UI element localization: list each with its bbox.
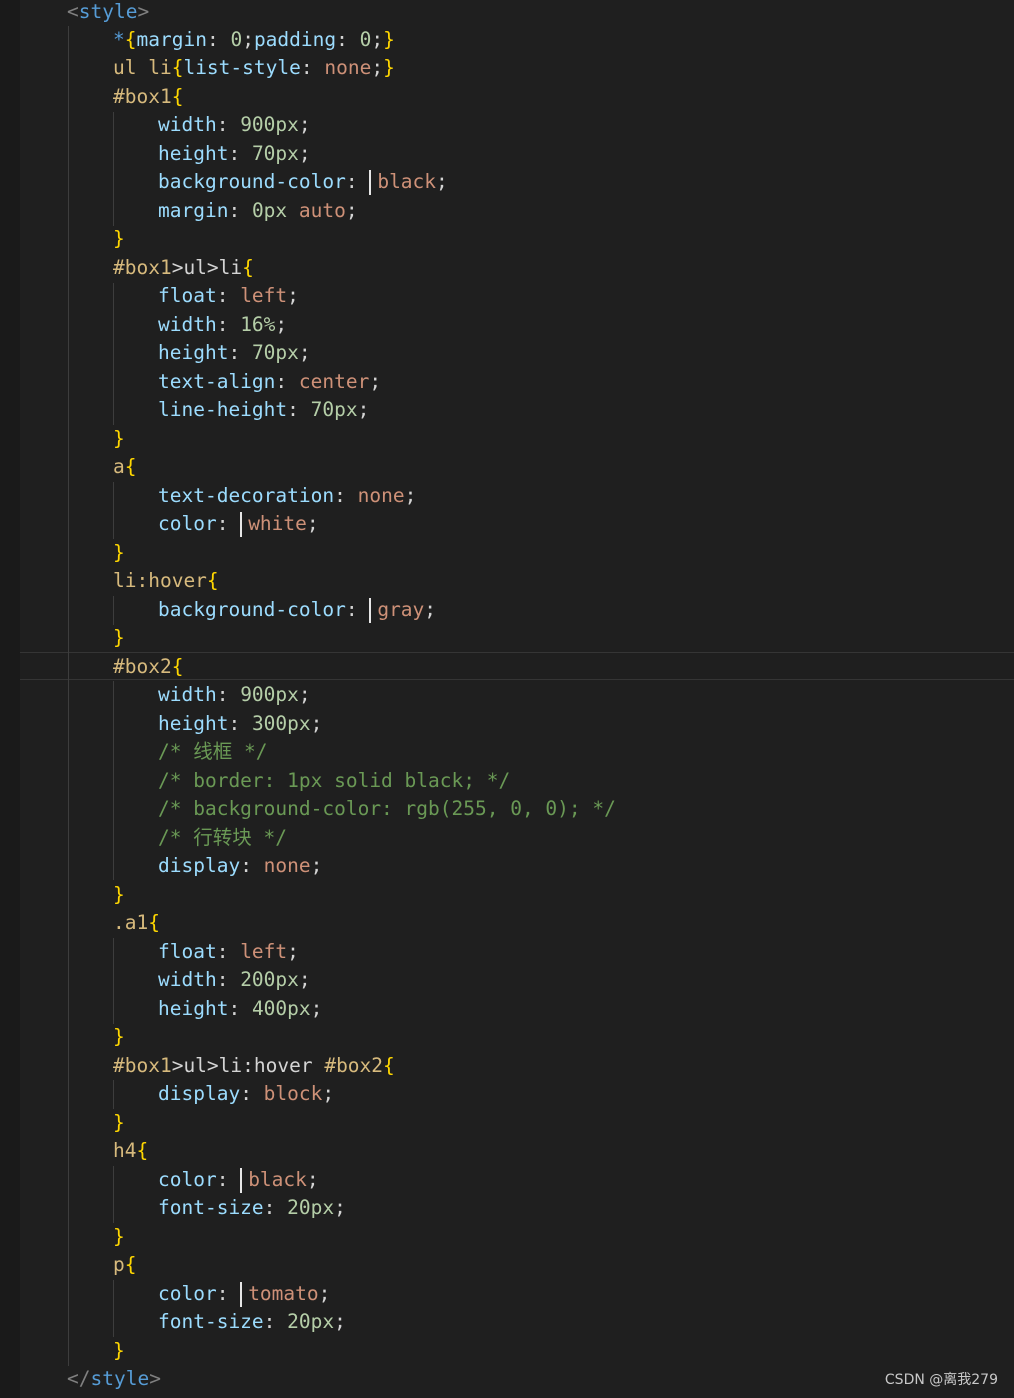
code-line: font-size: 20px; xyxy=(158,1310,346,1333)
color-swatch-icon[interactable] xyxy=(240,1282,243,1307)
code-line: text-align: center; xyxy=(158,370,382,393)
code-line: font-size: 20px; xyxy=(158,1196,346,1219)
code-line: height: 300px; xyxy=(158,712,323,735)
code-line: /* 线框 */ xyxy=(158,740,268,763)
code-line: display: none; xyxy=(158,854,323,877)
code-line: float: left; xyxy=(158,940,299,963)
code-line: height: 70px; xyxy=(158,142,311,165)
code-line: a{ xyxy=(113,455,137,478)
code-line: background-color: gray; xyxy=(158,598,437,623)
code-line: <style> xyxy=(67,0,150,23)
code-line: color: black; xyxy=(158,1168,319,1193)
code-line: /* 行转块 */ xyxy=(158,826,287,849)
code-line: margin: 0px auto; xyxy=(158,199,358,222)
code-line: } xyxy=(113,1225,125,1248)
code-line: float: left; xyxy=(158,284,299,307)
code-line: /* background-color: rgb(255, 0, 0); */ xyxy=(158,797,616,820)
code-line: line-height: 70px; xyxy=(158,398,370,421)
code-editor[interactable]: <style> *{margin: 0;padding: 0;} ul li{l… xyxy=(0,0,1014,1398)
code-line: color: white; xyxy=(158,512,319,537)
code-line: color: tomato; xyxy=(158,1282,331,1307)
code-line: height: 70px; xyxy=(158,341,311,364)
code-line: width: 200px; xyxy=(158,968,311,991)
code-line: } xyxy=(113,427,125,450)
code-line: *{margin: 0;padding: 0;} xyxy=(113,28,395,51)
code-line: #box1>ul>li:hover #box2{ xyxy=(113,1054,395,1077)
color-swatch-icon[interactable] xyxy=(240,1168,243,1193)
code-line: #box1>ul>li{ xyxy=(113,256,254,279)
code-line: width: 16%; xyxy=(158,313,288,336)
code-line: } xyxy=(113,883,125,906)
code-line: display: block; xyxy=(158,1082,335,1105)
code-line: text-decoration: none; xyxy=(158,484,417,507)
code-line: height: 400px; xyxy=(158,997,323,1020)
code-line: .a1{ xyxy=(113,911,160,934)
color-swatch-icon[interactable] xyxy=(369,170,372,195)
code-line: } xyxy=(113,227,125,250)
code-line: p{ xyxy=(113,1253,137,1276)
code-line: } xyxy=(113,1025,125,1048)
code-line: width: 900px; xyxy=(158,113,311,136)
code-line: } xyxy=(113,1339,125,1362)
code-line: } xyxy=(113,626,125,649)
color-swatch-icon[interactable] xyxy=(369,598,372,623)
code-line: h4{ xyxy=(113,1139,149,1162)
code-line: #box1{ xyxy=(113,85,184,108)
watermark: CSDN @离我279 xyxy=(884,1372,998,1388)
code-line: background-color: black; xyxy=(158,170,448,195)
code-line: width: 900px; xyxy=(158,683,311,706)
color-swatch-icon[interactable] xyxy=(240,512,243,537)
code-line: /* border: 1px solid black; */ xyxy=(158,769,511,792)
code-line: </style> xyxy=(67,1367,161,1390)
code-line: li:hover{ xyxy=(113,569,219,592)
code-line: } xyxy=(113,1111,125,1134)
code-line: #box2{ xyxy=(113,655,184,678)
code-line: } xyxy=(113,541,125,564)
code-line: ul li{list-style: none;} xyxy=(113,56,395,79)
